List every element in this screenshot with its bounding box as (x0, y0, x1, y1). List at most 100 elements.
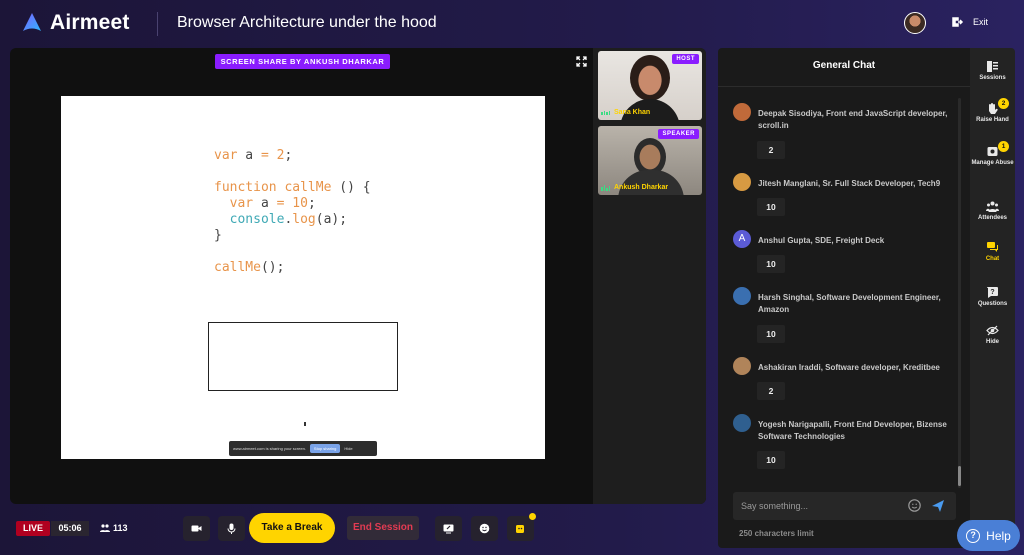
host-name: Sana Khan (601, 109, 650, 116)
chat-text: 10 (757, 325, 785, 343)
microphone-button[interactable] (218, 516, 245, 541)
chat-divider (718, 86, 970, 87)
raise-hand-badge: 2 (998, 98, 1009, 109)
chat-text: 2 (757, 382, 785, 400)
emoji-picker-icon[interactable] (908, 499, 921, 512)
chat-author: Jitesh Manglani, Sr. Full Stack Develope… (758, 179, 941, 188)
airmeet-logo-icon (23, 13, 41, 31)
code-line-8: callMe(); (214, 260, 285, 275)
chat-avatar (733, 173, 751, 191)
speaker-name: Ankush Dharkar (601, 184, 668, 191)
chat-avatar: A (733, 230, 751, 248)
emoji-icon (479, 523, 490, 534)
chat-avatar (733, 287, 751, 305)
code-line-4: var a = 10; (229, 196, 316, 211)
speaker-name-text: Ankush Dharkar (614, 184, 669, 191)
rail-label: Sessions (979, 75, 1006, 81)
chat-scrollbar-thumb[interactable] (958, 466, 961, 486)
chars-limit: 250 characters limit (739, 529, 814, 538)
session-timer: 05:06 (51, 521, 89, 536)
chat-author: Ashakiran Iraddi, Software developer, Kr… (758, 363, 940, 372)
screen-share-button[interactable] (435, 516, 462, 541)
chat-title: General Chat (812, 60, 876, 71)
slide-empty-box (208, 322, 398, 391)
chat-author: Deepak Sisodiya, Front end JavaScript de… (758, 109, 948, 130)
reactions-button[interactable] (507, 513, 536, 541)
event-title: Browser Architecture under the hood (177, 14, 437, 31)
speaker-tag: SPEAKER (658, 129, 699, 139)
speaker-shoulders (618, 170, 684, 195)
exit-button[interactable]: Exit (952, 16, 988, 28)
help-button[interactable]: ? Help (957, 520, 1020, 551)
rail-item-hide[interactable]: Hide (970, 324, 1015, 346)
mouse-cursor (304, 422, 306, 426)
attendee-count[interactable]: 113 (100, 523, 128, 533)
chat-author: Harsh Singhal, Software Development Engi… (758, 293, 941, 314)
host-name-text: Sana Khan (614, 109, 651, 116)
chat-panel: General Chat Deepak Sisodiya, Front end … (718, 48, 970, 548)
stage-panel: SCREEN SHARE BY ANKUSH DHARKAR var a = 2… (10, 48, 706, 504)
chat-scrollbar[interactable] (958, 98, 961, 488)
camera-icon (191, 525, 202, 532)
sessions-icon (987, 61, 998, 72)
host-video (630, 55, 670, 101)
rail-label: Questions (977, 301, 1008, 307)
chat-avatar (733, 357, 751, 375)
rail-item-attendees[interactable]: Attendees (970, 200, 1015, 222)
rail-label: Manage Abuse (971, 160, 1014, 166)
chat-text: 10 (757, 198, 785, 216)
chat-avatar (733, 103, 751, 121)
reactions-badge (529, 513, 536, 520)
svg-text:?: ? (990, 289, 994, 296)
side-nav-rail: Sessions 2 Raise Hand 1 Manage Abuse Att… (970, 48, 1015, 548)
question-icon: ? (987, 287, 998, 298)
microphone-icon (227, 523, 236, 534)
participant-tile-host[interactable]: HOST Sana Khan (598, 51, 702, 120)
rail-item-chat[interactable]: Chat (970, 241, 1015, 263)
people-icon (100, 524, 110, 532)
camera-button[interactable] (183, 516, 210, 541)
stop-sharing-button[interactable]: Stop sharing (309, 444, 341, 453)
rail-item-questions[interactable]: ? Questions (970, 286, 1015, 308)
chat-author: Yogesh Narigapalli, Front End Developer,… (758, 420, 947, 441)
rail-item-sessions[interactable]: Sessions (970, 60, 1015, 82)
host-tag: HOST (672, 54, 699, 64)
rail-label: Chat (985, 256, 1000, 262)
fullscreen-icon[interactable] (576, 56, 587, 67)
audio-level-icon (601, 110, 610, 115)
rail-item-manage-abuse[interactable]: 1 Manage Abuse (970, 141, 1015, 167)
exit-icon (952, 17, 964, 27)
hide-share-bar-button[interactable]: Hide (344, 446, 352, 451)
exit-label: Exit (973, 17, 989, 27)
airmeet-logo[interactable]: Airmeet (22, 11, 130, 35)
chat-input-box (733, 492, 956, 520)
top-header: Airmeet Browser Architecture under the h… (0, 0, 1024, 46)
take-a-break-button[interactable]: Take a Break (249, 513, 335, 543)
chat-text: 10 (757, 255, 785, 273)
participant-tile-speaker[interactable]: SPEAKER Ankush Dharkar (598, 126, 702, 195)
code-line-1: var a = 2; (214, 148, 293, 163)
code-line-3: function callMe () { (214, 180, 371, 195)
send-icon[interactable] (931, 499, 945, 513)
rail-label: Hide (985, 339, 999, 345)
rail-label: Attendees (977, 215, 1007, 221)
chat-input[interactable] (741, 498, 901, 514)
header-divider (157, 12, 158, 36)
chat-avatar (733, 414, 751, 432)
attendee-count-value: 113 (113, 523, 128, 533)
eye-off-icon (986, 325, 999, 336)
screen-share-icon (443, 524, 454, 534)
help-icon: ? (966, 528, 981, 543)
code-block: var a = 2; function callMe () { var a = … (214, 148, 371, 276)
chat-text: 10 (757, 451, 785, 469)
help-label: Help (986, 528, 1011, 543)
code-line-5: console.log(a); (229, 212, 348, 227)
share-notice-text: www.airmeet.com is sharing your screen. (233, 446, 306, 451)
app-name: Airmeet (50, 11, 130, 34)
emoji-button[interactable] (471, 516, 498, 541)
user-avatar[interactable] (904, 12, 926, 34)
rail-item-raise-hand[interactable]: 2 Raise Hand (970, 98, 1015, 124)
end-session-button[interactable]: End Session (347, 516, 419, 540)
code-line-6: } (214, 228, 222, 243)
rail-label: Raise Hand (976, 117, 1009, 123)
